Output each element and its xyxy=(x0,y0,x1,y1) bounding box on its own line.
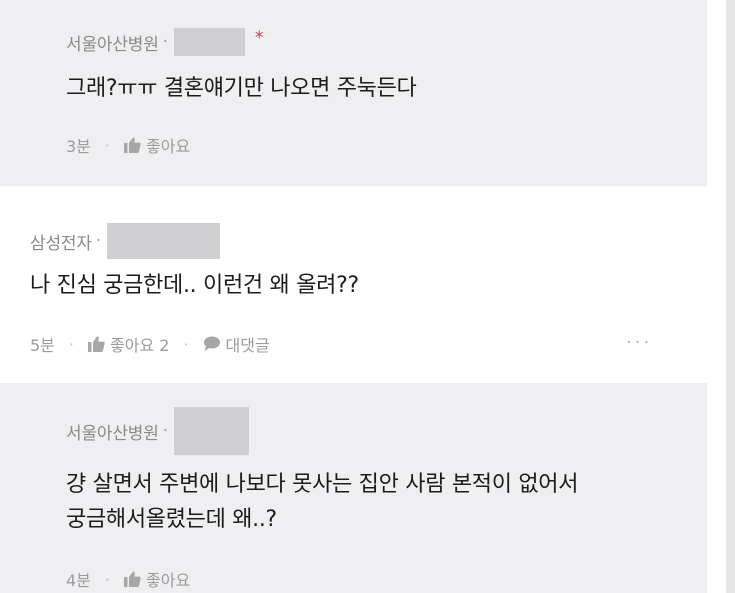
scrollbar[interactable] xyxy=(726,0,735,593)
reply-label: 대댓글 xyxy=(225,336,270,355)
comment: 삼성전자 · 나 진심 궁금한데.. 이런건 왜 올려?? 5분 · 좋아요 2… xyxy=(0,186,707,383)
comment-time: 4분 xyxy=(66,571,91,590)
thumbs-up-icon xyxy=(88,336,105,352)
redacted-nickname xyxy=(174,407,250,455)
speech-bubble-icon xyxy=(203,336,220,351)
comment-meta: 5분 · 좋아요 2 · 대댓글 xyxy=(30,332,270,356)
author-company[interactable]: 서울아산병원 xyxy=(66,419,159,444)
like-label: 좋아요 xyxy=(146,571,191,590)
author-separator: · xyxy=(162,32,169,52)
comment-meta: 3분 · 좋아요 xyxy=(66,133,190,157)
comment-reply: 서울아산병원 · 걍 살면서 주변에 나보다 못사는 집안 사람 본적이 없어서… xyxy=(0,383,707,593)
author-separator: · xyxy=(162,421,169,441)
comment-meta: 4분 · 좋아요 xyxy=(66,567,190,591)
comment-feed: 서울아산병원 · * 그래?ㅠㅠ 결혼얘기만 나오면 주눅든다 3분 · 좋아요… xyxy=(0,0,707,593)
like-button[interactable]: 좋아요 xyxy=(124,567,190,591)
meta-separator: · xyxy=(183,334,189,354)
comment-text-line: 걍 살면서 주변에 나보다 못사는 집안 사람 본적이 없어서 xyxy=(66,472,579,497)
like-button[interactable]: 좋아요 2 xyxy=(88,332,169,356)
thumbs-up-icon xyxy=(124,571,141,587)
comment-time: 5분 xyxy=(30,336,55,355)
like-label: 좋아요 xyxy=(146,137,191,156)
redacted-nickname xyxy=(174,28,246,56)
author-op-marker: * xyxy=(255,28,264,48)
meta-separator: · xyxy=(68,334,74,354)
reply-button[interactable]: 대댓글 xyxy=(203,332,270,356)
comment-text: 그래?ㅠㅠ 결혼얘기만 나오면 주눅든다 xyxy=(66,76,417,101)
meta-separator: · xyxy=(104,569,110,589)
comment-text: 걍 살면서 주변에 나보다 못사는 집안 사람 본적이 없어서 궁금해서올렸는데… xyxy=(66,467,686,537)
thumbs-up-icon xyxy=(124,137,141,153)
comment-author-row: 서울아산병원 · xyxy=(66,407,250,455)
meta-separator: · xyxy=(104,135,110,155)
more-horizontal-icon[interactable]: ··· xyxy=(626,332,652,353)
like-label: 좋아요 2 xyxy=(110,336,170,355)
comment-reply: 서울아산병원 · * 그래?ㅠㅠ 결혼얘기만 나오면 주눅든다 3분 · 좋아요 xyxy=(0,0,707,186)
comment-text-line: 궁금해서올렸는데 왜..? xyxy=(66,507,277,532)
comment-text: 나 진심 궁금한데.. 이런건 왜 올려?? xyxy=(30,273,359,298)
comment-author-row: 삼성전자 · xyxy=(30,223,221,259)
comment-time: 3분 xyxy=(66,137,91,156)
comment-author-row: 서울아산병원 · * xyxy=(66,28,264,56)
redacted-nickname xyxy=(107,223,221,259)
author-company[interactable]: 삼성전자 xyxy=(30,229,92,254)
like-button[interactable]: 좋아요 xyxy=(124,133,190,157)
author-separator: · xyxy=(95,231,102,251)
author-company[interactable]: 서울아산병원 xyxy=(66,30,159,55)
